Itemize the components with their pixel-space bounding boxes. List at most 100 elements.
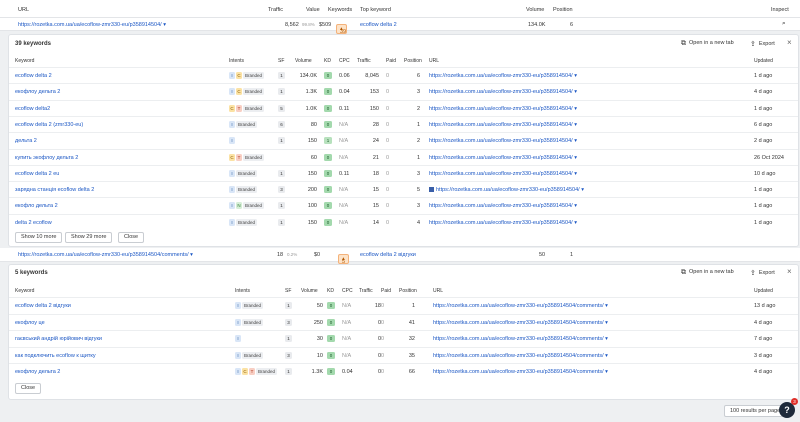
sf-cell[interactable]: 1 bbox=[285, 302, 292, 309]
row-value: $0 bbox=[314, 252, 321, 258]
col-traffic[interactable]: Traffic bbox=[268, 7, 283, 13]
sf-cell[interactable]: 1 bbox=[278, 88, 285, 96]
keyword-link[interactable]: гаєвський андрій юрійович відгуки bbox=[15, 336, 102, 342]
column-header[interactable]: Traffic bbox=[359, 288, 373, 294]
keyword-link[interactable]: дельта 2 bbox=[15, 138, 37, 144]
close-icon[interactable]: × bbox=[787, 38, 792, 47]
row-top-keyword[interactable]: ecoflow delta 2 відгуки bbox=[360, 252, 416, 258]
url-link[interactable]: https://rozetka.com.ua/ua/ecoflow-zmr330… bbox=[433, 303, 608, 309]
sf-cell[interactable]: 1 bbox=[278, 218, 285, 226]
column-header[interactable]: Traffic bbox=[357, 58, 371, 64]
column-header[interactable]: Volume bbox=[295, 58, 312, 64]
keyword-link[interactable]: ecoflow delta 2 (zmr330-eu) bbox=[15, 122, 83, 128]
keyword-link[interactable]: купить экофлоу дельта 2 bbox=[15, 155, 78, 161]
col-value[interactable]: Value bbox=[306, 7, 320, 13]
url-link[interactable]: https://rozetka.com.ua/ua/ecoflow-zmr330… bbox=[433, 353, 608, 359]
column-header[interactable]: Volume bbox=[301, 288, 318, 294]
keyword-link[interactable]: ecoflow delta 2 eu bbox=[15, 171, 59, 177]
url-link[interactable]: https://rozetka.com.ua/ua/ecoflow-zmr330… bbox=[433, 369, 608, 375]
col-url[interactable]: URL bbox=[18, 7, 29, 13]
row-top-keyword[interactable]: ecoflow delta 2 bbox=[360, 22, 397, 28]
column-header[interactable]: CPC bbox=[342, 288, 353, 294]
col-volume[interactable]: Volume bbox=[526, 7, 544, 13]
show-10-more-button[interactable]: Show 10 more bbox=[15, 232, 63, 243]
col-keywords[interactable]: Keywords bbox=[328, 7, 352, 13]
sf-cell[interactable]: 1 bbox=[278, 169, 285, 177]
updated-cell: 3 d ago bbox=[754, 352, 773, 359]
keyword-link[interactable]: екофлоу це bbox=[15, 320, 45, 326]
url-link[interactable]: https://rozetka.com.ua/ua/ecoflow-zmr330… bbox=[433, 336, 608, 342]
sf-cell[interactable]: 1 bbox=[278, 202, 285, 210]
sf-cell[interactable]: 1 bbox=[285, 335, 292, 342]
keyword-link[interactable]: екофло дельта 2 bbox=[15, 203, 58, 209]
column-header[interactable]: URL bbox=[433, 288, 443, 294]
keyword-link[interactable]: ecoflow delta 2 bbox=[15, 73, 52, 79]
sf-cell[interactable]: 3 bbox=[285, 351, 292, 359]
column-header[interactable]: CPC bbox=[339, 58, 350, 64]
position-cell: 1 bbox=[416, 121, 420, 128]
open-new-tab-button[interactable]: ⧉ Open in a new tab bbox=[681, 40, 734, 48]
column-header[interactable]: KD bbox=[327, 288, 334, 294]
url-link[interactable]: https://rozetka.com.ua/ua/ecoflow-zmr330… bbox=[429, 220, 577, 226]
column-header[interactable]: Updated bbox=[754, 288, 773, 294]
column-header[interactable]: Keyword bbox=[15, 288, 34, 294]
keyword-link[interactable]: зарядна станція ecoflow delta 2 bbox=[15, 187, 94, 193]
column-header[interactable]: URL bbox=[429, 58, 439, 64]
column-header[interactable]: Position bbox=[399, 288, 417, 294]
paid-cell: 0 bbox=[386, 138, 390, 145]
close-button[interactable]: Close bbox=[118, 232, 145, 243]
show-29-more-button[interactable]: Show 29 more bbox=[65, 232, 113, 243]
column-header[interactable]: Paid bbox=[381, 288, 391, 294]
keyword-link[interactable]: delta 2 ecoflow bbox=[15, 220, 52, 226]
col-position[interactable]: Position bbox=[553, 7, 573, 13]
sf-cell[interactable]: 1 bbox=[285, 368, 292, 375]
url-link[interactable]: https://rozetka.com.ua/ua/ecoflow-zmr330… bbox=[429, 106, 577, 112]
column-header[interactable]: Paid bbox=[386, 58, 396, 64]
cpc-cell: 0.11 bbox=[339, 105, 350, 112]
url-link[interactable]: https://rozetka.com.ua/ua/ecoflow-zmr330… bbox=[429, 138, 577, 144]
per-page-select[interactable]: 100 results per page bbox=[724, 405, 787, 417]
url-link[interactable]: https://rozetka.com.ua/ua/ecoflow-zmr330… bbox=[429, 171, 577, 177]
url-link[interactable]: https://rozetka.com.ua/ua/ecoflow-zmr330… bbox=[429, 155, 577, 161]
keyword-link[interactable]: как подключить ecoflow к щитку bbox=[15, 353, 96, 359]
export-icon: ⇪ bbox=[750, 270, 756, 277]
branded-badge: Branded bbox=[242, 302, 264, 309]
close-button[interactable]: Close bbox=[15, 383, 42, 394]
sf-cell[interactable]: 1 bbox=[278, 72, 285, 79]
keyword-link[interactable]: ecoflow delta2 bbox=[15, 106, 50, 112]
sf-cell[interactable]: 3 bbox=[278, 186, 285, 194]
url-link[interactable]: https://rozetka.com.ua/ua/ecoflow-zmr330… bbox=[429, 203, 577, 209]
sf-cell[interactable]: 6 bbox=[278, 120, 285, 128]
keyword-link[interactable]: екофлоу дельта 2 bbox=[15, 369, 60, 375]
table-row: delta 2 ecoflow I Branded 1 150 0 N/A 14 0 4 https… bbox=[9, 213, 798, 230]
keyword-link[interactable]: екофлоу дельта 2 bbox=[15, 89, 60, 95]
column-header[interactable]: SF bbox=[278, 58, 284, 64]
column-header[interactable]: Position bbox=[404, 58, 422, 64]
row-url[interactable]: https://rozetka.com.ua/ua/ecoflow-zmr330… bbox=[18, 252, 193, 258]
keyword-link[interactable]: ecoflow delta 2 відгуки bbox=[15, 303, 71, 309]
column-header[interactable]: Intents bbox=[229, 58, 244, 64]
column-header[interactable]: Keyword bbox=[15, 58, 34, 64]
sf-cell[interactable]: 3 bbox=[285, 318, 292, 326]
column-header[interactable]: Intents bbox=[235, 288, 250, 294]
intent-badge: C bbox=[236, 88, 242, 96]
url-link[interactable]: https://rozetka.com.ua/ua/ecoflow-zmr330… bbox=[429, 89, 577, 95]
open-new-tab-button[interactable]: ⧉ Open in a new tab bbox=[681, 269, 734, 277]
close-icon[interactable]: × bbox=[787, 267, 792, 276]
intents-cell: I Branded bbox=[229, 169, 258, 177]
sf-cell[interactable]: 5 bbox=[278, 104, 285, 112]
paid-cell: 0 bbox=[381, 336, 385, 342]
sf-cell[interactable]: 1 bbox=[278, 137, 285, 145]
url-link[interactable]: https://rozetka.com.ua/ua/ecoflow-zmr330… bbox=[429, 73, 577, 79]
column-header[interactable]: Updated bbox=[754, 58, 773, 64]
url-link[interactable]: https://rozetka.com.ua/ua/ecoflow-zmr330… bbox=[429, 122, 577, 128]
column-header[interactable]: KD bbox=[324, 58, 331, 64]
row-url[interactable]: https://rozetka.com.ua/ua/ecoflow-zmr330… bbox=[18, 22, 166, 28]
col-top-keyword[interactable]: Top keyword bbox=[360, 7, 391, 13]
url-link[interactable]: https://rozetka.com.ua/ua/ecoflow-zmr330… bbox=[433, 320, 608, 326]
url-link[interactable]: https://rozetka.com.ua/ua/ecoflow-zmr330… bbox=[429, 187, 584, 193]
search-icon[interactable]: ⌕ bbox=[782, 20, 786, 28]
export-button[interactable]: ⇪ Export bbox=[750, 40, 775, 48]
export-button[interactable]: ⇪ Export bbox=[750, 269, 775, 277]
column-header[interactable]: SF bbox=[285, 288, 291, 294]
